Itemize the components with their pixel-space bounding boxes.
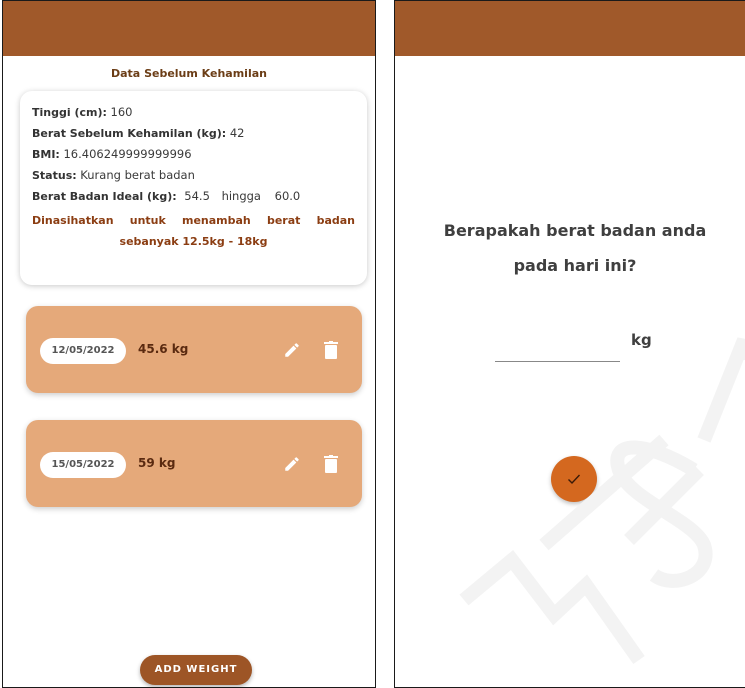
weight-entry-card[interactable]: 15/05/2022 59 kg <box>26 420 362 507</box>
status-label: Status: <box>32 169 77 182</box>
weight-input[interactable] <box>495 338 620 362</box>
weight-entry-card[interactable]: 12/05/2022 45.6 kg <box>26 306 362 393</box>
trash-icon[interactable] <box>324 341 338 359</box>
entry-date: 15/05/2022 <box>40 452 126 478</box>
pencil-icon[interactable] <box>283 341 301 359</box>
prepregnancy-weight-value: 42 <box>229 126 245 140</box>
bmi-value: 16.406249999999996 <box>63 147 192 161</box>
prepregnancy-weight-row: Berat Sebelum Kehamilan (kg): 42 <box>32 123 355 144</box>
ideal-weight-min: 54.5 <box>184 189 210 203</box>
entry-weight: 59 kg <box>138 456 176 470</box>
check-icon <box>568 474 581 485</box>
pencil-icon[interactable] <box>283 455 301 473</box>
ideal-weight-max: 60.0 <box>274 189 301 203</box>
height-value: 160 <box>110 105 133 119</box>
status-row: Status: Kurang berat badan <box>32 165 355 186</box>
pre-pregnancy-info-card: Tinggi (cm): 160 Berat Sebelum Kehamilan… <box>20 91 367 285</box>
entry-date: 12/05/2022 <box>40 338 126 364</box>
add-weight-screen: Berapakah berat badan anda pada hari ini… <box>394 0 745 688</box>
unit-label: kg <box>631 331 652 349</box>
confirm-button[interactable] <box>551 456 597 502</box>
weight-advice: Dinasihatkan untuk menambah berat badan … <box>32 214 355 248</box>
bmi-label: BMI: <box>32 148 60 161</box>
prepregnancy-weight-label: Berat Sebelum Kehamilan (kg): <box>32 127 227 140</box>
bmi-row: BMI: 16.406249999999996 <box>32 144 355 165</box>
weight-list-screen: Data Sebelum Kehamilan Tinggi (cm): 160 … <box>2 0 376 688</box>
weight-question: Berapakah berat badan anda pada hari ini… <box>443 221 707 275</box>
status-value: Kurang berat badan <box>80 168 195 182</box>
app-bar <box>395 1 745 56</box>
section-title: Data Sebelum Kehamilan <box>111 67 267 80</box>
height-row: Tinggi (cm): 160 <box>32 102 355 123</box>
screen-divider <box>376 0 394 688</box>
height-label: Tinggi (cm): <box>32 106 107 119</box>
app-bar <box>3 1 375 56</box>
add-weight-button[interactable]: ADD WEIGHT <box>140 655 252 685</box>
ideal-weight-row: Berat Badan Ideal (kg): 54.5 hingga 60.0 <box>32 186 355 207</box>
trash-icon[interactable] <box>324 455 338 473</box>
ideal-weight-separator: hingga <box>221 189 261 203</box>
ideal-weight-label: Berat Badan Ideal (kg): <box>32 190 177 203</box>
entry-weight: 45.6 kg <box>138 342 189 356</box>
